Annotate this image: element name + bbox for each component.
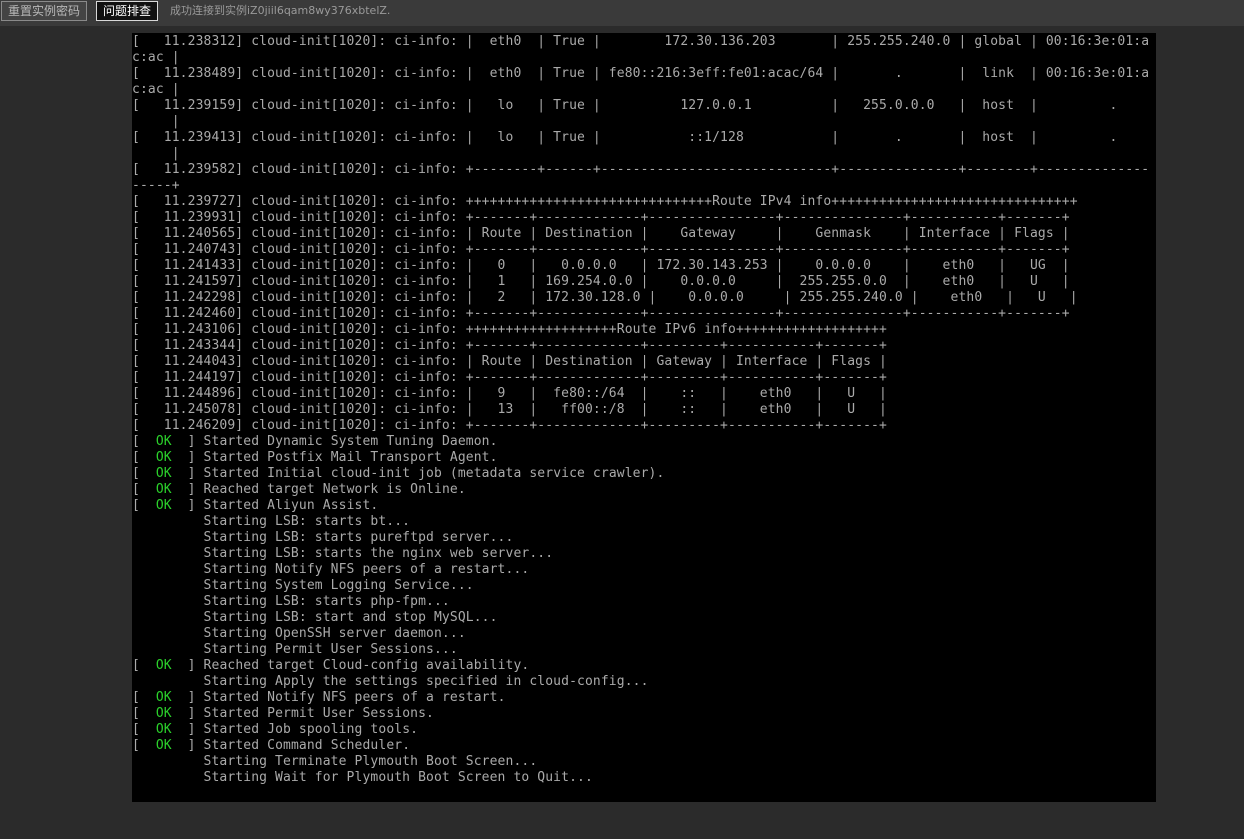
- terminal-line: Starting Terminate Plymouth Boot Screen.…: [132, 754, 538, 769]
- terminal-line: [ 11.241597] cloud-init[1020]: ci-info: …: [132, 274, 1070, 289]
- terminal-line-text: Started Postfix Mail Transport Agent.: [203, 450, 498, 465]
- status-bracket-close: ]: [171, 466, 204, 481]
- terminal-line: [ 11.245078] cloud-init[1020]: ci-info: …: [132, 402, 887, 417]
- ok-status: OK: [155, 450, 172, 465]
- status-bracket-close: ]: [171, 498, 204, 513]
- terminal-line: Starting OpenSSH server daemon...: [132, 626, 466, 641]
- terminal-line-text: Started Permit User Sessions.: [203, 706, 434, 721]
- terminal-line: Starting LSB: starts pureftpd server...: [132, 530, 514, 545]
- terminal-line: [ 11.239582] cloud-init[1020]: ci-info: …: [132, 162, 1150, 177]
- status-bracket-open: [: [132, 434, 156, 449]
- status-bracket-open: [: [132, 498, 156, 513]
- terminal-line: c:ac |: [132, 50, 180, 65]
- terminal-line: [ OK ] Started Permit User Sessions.: [132, 706, 1149, 722]
- terminal-line: [ OK ] Reached target Cloud-config avail…: [132, 658, 1149, 674]
- terminal-line: Starting System Logging Service...: [132, 578, 474, 593]
- terminal-line: [ 11.242460] cloud-init[1020]: ci-info: …: [132, 306, 1070, 321]
- terminal-line: [ 11.238312] cloud-init[1020]: ci-info: …: [132, 34, 1150, 49]
- terminal-line: Starting Wait for Plymouth Boot Screen t…: [132, 770, 593, 785]
- terminal-line: [ 11.244896] cloud-init[1020]: ci-info: …: [132, 386, 887, 401]
- terminal-line: [ 11.243106] cloud-init[1020]: ci-info: …: [132, 322, 887, 337]
- terminal-line: -----+: [132, 178, 180, 193]
- reset-instance-password-button[interactable]: 重置实例密码: [1, 1, 87, 21]
- terminal-line: [ 11.246209] cloud-init[1020]: ci-info: …: [132, 418, 887, 433]
- terminal-line: [ 11.238489] cloud-init[1020]: ci-info: …: [132, 66, 1150, 81]
- terminal-line-text: Started Dynamic System Tuning Daemon.: [203, 434, 498, 449]
- terminal-line-text: Reached target Cloud-config availability…: [203, 658, 530, 673]
- terminal-line: [ OK ] Reached target Network is Online.: [132, 482, 1149, 498]
- terminal-line-text: Started Aliyun Assist.: [203, 498, 379, 513]
- terminal-line: [ 11.241433] cloud-init[1020]: ci-info: …: [132, 258, 1070, 273]
- terminal-line: Starting LSB: starts bt...: [132, 514, 411, 529]
- terminal-line: Starting Permit User Sessions...: [132, 642, 458, 657]
- ok-status: OK: [155, 434, 172, 449]
- terminal-line: [ 11.244197] cloud-init[1020]: ci-info: …: [132, 370, 887, 385]
- ok-status: OK: [155, 722, 172, 737]
- terminal-line: Starting LSB: starts php-fpm...: [132, 594, 450, 609]
- terminal-line: c:ac |: [132, 82, 180, 97]
- ok-status: OK: [155, 482, 172, 497]
- terminal-line: [ 11.244043] cloud-init[1020]: ci-info: …: [132, 354, 887, 369]
- terminal-output: [ 11.238312] cloud-init[1020]: ci-info: …: [132, 33, 1149, 786]
- terminal-line: [ 11.239931] cloud-init[1020]: ci-info: …: [132, 210, 1070, 225]
- terminal-line-text: Started Initial cloud-init job (metadata…: [203, 466, 665, 481]
- status-bracket-open: [: [132, 466, 156, 481]
- status-bracket-open: [: [132, 690, 156, 705]
- terminal-line: [ 11.239727] cloud-init[1020]: ci-info: …: [132, 194, 1078, 209]
- terminal-line-text: Started Command Scheduler.: [203, 738, 411, 753]
- terminal-line: [ 11.243344] cloud-init[1020]: ci-info: …: [132, 338, 887, 353]
- terminal-line: [ OK ] Started Initial cloud-init job (m…: [132, 466, 1149, 482]
- status-bracket-open: [: [132, 658, 156, 673]
- terminal-line: [ 11.240743] cloud-init[1020]: ci-info: …: [132, 242, 1070, 257]
- toolbar: 重置实例密码 问题排查 成功连接到实例iZ0jiil6qam8wy376xbte…: [0, 0, 1244, 26]
- ok-status: OK: [155, 706, 172, 721]
- terminal-line-text: Reached target Network is Online.: [203, 482, 466, 497]
- terminal-line: [ OK ] Started Job spooling tools.: [132, 722, 1149, 738]
- terminal-line: [ OK ] Started Notify NFS peers of a res…: [132, 690, 1149, 706]
- terminal-line: [ 11.240565] cloud-init[1020]: ci-info: …: [132, 226, 1070, 241]
- status-bracket-close: ]: [171, 690, 204, 705]
- terminal-line: |: [132, 114, 180, 129]
- troubleshoot-button[interactable]: 问题排查: [96, 1, 158, 21]
- ok-status: OK: [155, 466, 172, 481]
- status-bracket-close: ]: [171, 434, 204, 449]
- status-bracket-close: ]: [171, 706, 204, 721]
- terminal-line: Starting Notify NFS peers of a restart..…: [132, 562, 530, 577]
- status-bracket-open: [: [132, 706, 156, 721]
- terminal-line: [ OK ] Started Postfix Mail Transport Ag…: [132, 450, 1149, 466]
- status-bracket-close: ]: [171, 722, 204, 737]
- terminal-line: [ 11.239413] cloud-init[1020]: ci-info: …: [132, 130, 1118, 145]
- terminal-line: Starting LSB: starts the nginx web serve…: [132, 546, 554, 561]
- terminal-console[interactable]: [ 11.238312] cloud-init[1020]: ci-info: …: [132, 33, 1156, 802]
- terminal-line: Starting Apply the settings specified in…: [132, 674, 649, 689]
- terminal-line: [ OK ] Started Dynamic System Tuning Dae…: [132, 434, 1149, 450]
- terminal-line-text: Started Job spooling tools.: [203, 722, 419, 737]
- status-bracket-open: [: [132, 482, 156, 497]
- terminal-line: [ OK ] Started Command Scheduler.: [132, 738, 1149, 754]
- terminal-line-text: Started Notify NFS peers of a restart.: [203, 690, 506, 705]
- ok-status: OK: [155, 498, 172, 513]
- status-bracket-open: [: [132, 738, 156, 753]
- status-bracket-open: [: [132, 722, 156, 737]
- terminal-line: Starting LSB: start and stop MySQL...: [132, 610, 498, 625]
- terminal-line: [ 11.242298] cloud-init[1020]: ci-info: …: [132, 290, 1078, 305]
- status-bracket-close: ]: [171, 658, 204, 673]
- terminal-line: [ 11.239159] cloud-init[1020]: ci-info: …: [132, 98, 1118, 113]
- status-bracket-open: [: [132, 450, 156, 465]
- status-bracket-close: ]: [171, 482, 204, 497]
- ok-status: OK: [155, 738, 172, 753]
- terminal-line: [ OK ] Started Aliyun Assist.: [132, 498, 1149, 514]
- status-bracket-close: ]: [171, 450, 204, 465]
- terminal-line: |: [132, 146, 180, 161]
- connection-status-message: 成功连接到实例iZ0jiil6qam8wy376xbtelZ.: [170, 4, 391, 17]
- status-bracket-close: ]: [171, 738, 204, 753]
- ok-status: OK: [155, 690, 172, 705]
- ok-status: OK: [155, 658, 172, 673]
